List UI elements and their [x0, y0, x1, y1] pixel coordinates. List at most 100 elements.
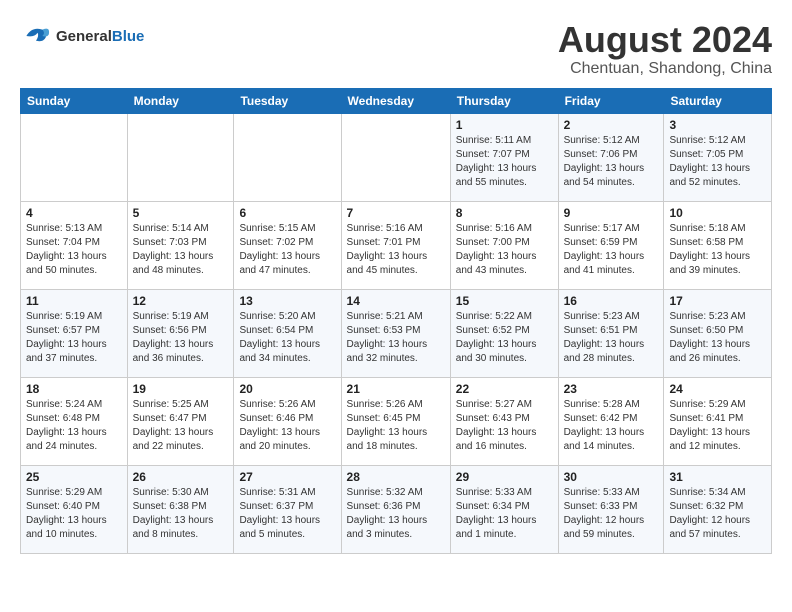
day-number: 5 [133, 206, 229, 220]
day-number: 2 [564, 118, 659, 132]
calendar-cell [21, 113, 128, 201]
header-tuesday: Tuesday [234, 88, 341, 113]
calendar-cell: 20 Sunrise: 5:26 AM Sunset: 6:46 PM Dayli… [234, 377, 341, 465]
day-detail: Sunrise: 5:34 AM Sunset: 6:32 PM Dayligh… [669, 486, 766, 542]
calendar-cell: 16Sunrise: 5:23 AM Sunset: 6:51 PM Dayli… [558, 289, 664, 377]
calendar-week-row: 25 Sunrise: 5:29 AM Sunset: 6:40 PM Dayli… [21, 465, 772, 553]
calendar-cell: 29 Sunrise: 5:33 AM Sunset: 6:34 PM Dayli… [450, 465, 558, 553]
day-number: 25 [26, 470, 122, 484]
calendar-cell: 28 Sunrise: 5:32 AM Sunset: 6:36 PM Dayli… [341, 465, 450, 553]
day-number: 31 [669, 470, 766, 484]
day-detail: Sunrise: 5:20 AM Sunset: 6:54 PM Dayligh… [239, 310, 335, 366]
day-detail: Sunrise: 5:22 AM Sunset: 6:52 PM Dayligh… [456, 310, 553, 366]
day-number: 8 [456, 206, 553, 220]
day-number: 3 [669, 118, 766, 132]
day-number: 29 [456, 470, 553, 484]
calendar-cell: 21 Sunrise: 5:26 AM Sunset: 6:45 PM Dayli… [341, 377, 450, 465]
logo: GeneralBlue [20, 20, 144, 52]
header-friday: Friday [558, 88, 664, 113]
calendar-table: SundayMondayTuesdayWednesdayThursdayFrid… [20, 88, 772, 554]
day-detail: Sunrise: 5:21 AM Sunset: 6:53 PM Dayligh… [347, 310, 445, 366]
day-number: 26 [133, 470, 229, 484]
day-number: 17 [669, 294, 766, 308]
calendar-cell: 12 Sunrise: 5:19 AM Sunset: 6:56 PM Dayli… [127, 289, 234, 377]
day-detail: Sunrise: 5:29 AM Sunset: 6:40 PM Dayligh… [26, 486, 122, 542]
header-sunday: Sunday [21, 88, 128, 113]
day-detail: Sunrise: 5:23 AM Sunset: 6:50 PM Dayligh… [669, 310, 766, 366]
calendar-cell: 24Sunrise: 5:29 AM Sunset: 6:41 PM Dayli… [664, 377, 772, 465]
calendar-week-row: 4 Sunrise: 5:13 AM Sunset: 7:04 PM Daylig… [21, 201, 772, 289]
calendar-cell: 7Sunrise: 5:16 AM Sunset: 7:01 PM Daylig… [341, 201, 450, 289]
day-number: 4 [26, 206, 122, 220]
header-thursday: Thursday [450, 88, 558, 113]
calendar-cell [341, 113, 450, 201]
day-detail: Sunrise: 5:33 AM Sunset: 6:33 PM Dayligh… [564, 486, 659, 542]
calendar-cell: 15 Sunrise: 5:22 AM Sunset: 6:52 PM Dayli… [450, 289, 558, 377]
day-number: 9 [564, 206, 659, 220]
calendar-cell: 9 Sunrise: 5:17 AM Sunset: 6:59 PM Daylig… [558, 201, 664, 289]
day-detail: Sunrise: 5:27 AM Sunset: 6:43 PM Dayligh… [456, 398, 553, 454]
calendar-cell: 5 Sunrise: 5:14 AM Sunset: 7:03 PM Daylig… [127, 201, 234, 289]
day-detail: Sunrise: 5:16 AM Sunset: 7:01 PM Dayligh… [347, 222, 445, 278]
day-detail: Sunrise: 5:31 AM Sunset: 6:37 PM Dayligh… [239, 486, 335, 542]
day-detail: Sunrise: 5:16 AM Sunset: 7:00 PM Dayligh… [456, 222, 553, 278]
calendar-cell: 19 Sunrise: 5:25 AM Sunset: 6:47 PM Dayli… [127, 377, 234, 465]
day-detail: Sunrise: 5:12 AM Sunset: 7:05 PM Dayligh… [669, 134, 766, 190]
day-detail: Sunrise: 5:30 AM Sunset: 6:38 PM Dayligh… [133, 486, 229, 542]
day-number: 16 [564, 294, 659, 308]
day-detail: Sunrise: 5:14 AM Sunset: 7:03 PM Dayligh… [133, 222, 229, 278]
day-detail: Sunrise: 5:26 AM Sunset: 6:46 PM Dayligh… [239, 398, 335, 454]
calendar-cell: 23 Sunrise: 5:28 AM Sunset: 6:42 PM Dayli… [558, 377, 664, 465]
calendar-cell: 14 Sunrise: 5:21 AM Sunset: 6:53 PM Dayli… [341, 289, 450, 377]
day-detail: Sunrise: 5:28 AM Sunset: 6:42 PM Dayligh… [564, 398, 659, 454]
day-detail: Sunrise: 5:13 AM Sunset: 7:04 PM Dayligh… [26, 222, 122, 278]
day-detail: Sunrise: 5:26 AM Sunset: 6:45 PM Dayligh… [347, 398, 445, 454]
day-number: 1 [456, 118, 553, 132]
day-detail: Sunrise: 5:33 AM Sunset: 6:34 PM Dayligh… [456, 486, 553, 542]
location-subtitle: Chentuan, Shandong, China [558, 60, 772, 78]
calendar-cell: 30 Sunrise: 5:33 AM Sunset: 6:33 PM Dayli… [558, 465, 664, 553]
day-number: 30 [564, 470, 659, 484]
day-number: 10 [669, 206, 766, 220]
calendar-cell: 11Sunrise: 5:19 AM Sunset: 6:57 PM Dayli… [21, 289, 128, 377]
calendar-cell: 10Sunrise: 5:18 AM Sunset: 6:58 PM Dayli… [664, 201, 772, 289]
calendar-cell: 27 Sunrise: 5:31 AM Sunset: 6:37 PM Dayli… [234, 465, 341, 553]
day-number: 20 [239, 382, 335, 396]
header-wednesday: Wednesday [341, 88, 450, 113]
logo-text: GeneralBlue [56, 28, 144, 45]
calendar-cell: 22 Sunrise: 5:27 AM Sunset: 6:43 PM Dayli… [450, 377, 558, 465]
calendar-cell: 17 Sunrise: 5:23 AM Sunset: 6:50 PM Dayli… [664, 289, 772, 377]
calendar-cell: 13Sunrise: 5:20 AM Sunset: 6:54 PM Dayli… [234, 289, 341, 377]
day-number: 27 [239, 470, 335, 484]
calendar-cell: 31 Sunrise: 5:34 AM Sunset: 6:32 PM Dayli… [664, 465, 772, 553]
calendar-cell: 8 Sunrise: 5:16 AM Sunset: 7:00 PM Daylig… [450, 201, 558, 289]
header-monday: Monday [127, 88, 234, 113]
day-number: 28 [347, 470, 445, 484]
day-number: 6 [239, 206, 335, 220]
day-detail: Sunrise: 5:19 AM Sunset: 6:57 PM Dayligh… [26, 310, 122, 366]
day-number: 12 [133, 294, 229, 308]
calendar-cell: 4 Sunrise: 5:13 AM Sunset: 7:04 PM Daylig… [21, 201, 128, 289]
calendar-header-row: SundayMondayTuesdayWednesdayThursdayFrid… [21, 88, 772, 113]
title-area: August 2024 Chentuan, Shandong, China [558, 20, 772, 78]
day-number: 21 [347, 382, 445, 396]
logo-icon [20, 20, 52, 52]
calendar-week-row: 18Sunrise: 5:24 AM Sunset: 6:48 PM Dayli… [21, 377, 772, 465]
day-number: 23 [564, 382, 659, 396]
day-detail: Sunrise: 5:29 AM Sunset: 6:41 PM Dayligh… [669, 398, 766, 454]
day-detail: Sunrise: 5:32 AM Sunset: 6:36 PM Dayligh… [347, 486, 445, 542]
day-number: 22 [456, 382, 553, 396]
calendar-cell: 6Sunrise: 5:15 AM Sunset: 7:02 PM Daylig… [234, 201, 341, 289]
day-number: 19 [133, 382, 229, 396]
day-detail: Sunrise: 5:17 AM Sunset: 6:59 PM Dayligh… [564, 222, 659, 278]
day-number: 14 [347, 294, 445, 308]
day-detail: Sunrise: 5:25 AM Sunset: 6:47 PM Dayligh… [133, 398, 229, 454]
calendar-cell: 25 Sunrise: 5:29 AM Sunset: 6:40 PM Dayli… [21, 465, 128, 553]
day-number: 15 [456, 294, 553, 308]
day-detail: Sunrise: 5:24 AM Sunset: 6:48 PM Dayligh… [26, 398, 122, 454]
day-detail: Sunrise: 5:19 AM Sunset: 6:56 PM Dayligh… [133, 310, 229, 366]
calendar-cell: 1Sunrise: 5:11 AM Sunset: 7:07 PM Daylig… [450, 113, 558, 201]
day-detail: Sunrise: 5:12 AM Sunset: 7:06 PM Dayligh… [564, 134, 659, 190]
header: GeneralBlue August 2024 Chentuan, Shando… [20, 20, 772, 78]
calendar-cell: 18Sunrise: 5:24 AM Sunset: 6:48 PM Dayli… [21, 377, 128, 465]
